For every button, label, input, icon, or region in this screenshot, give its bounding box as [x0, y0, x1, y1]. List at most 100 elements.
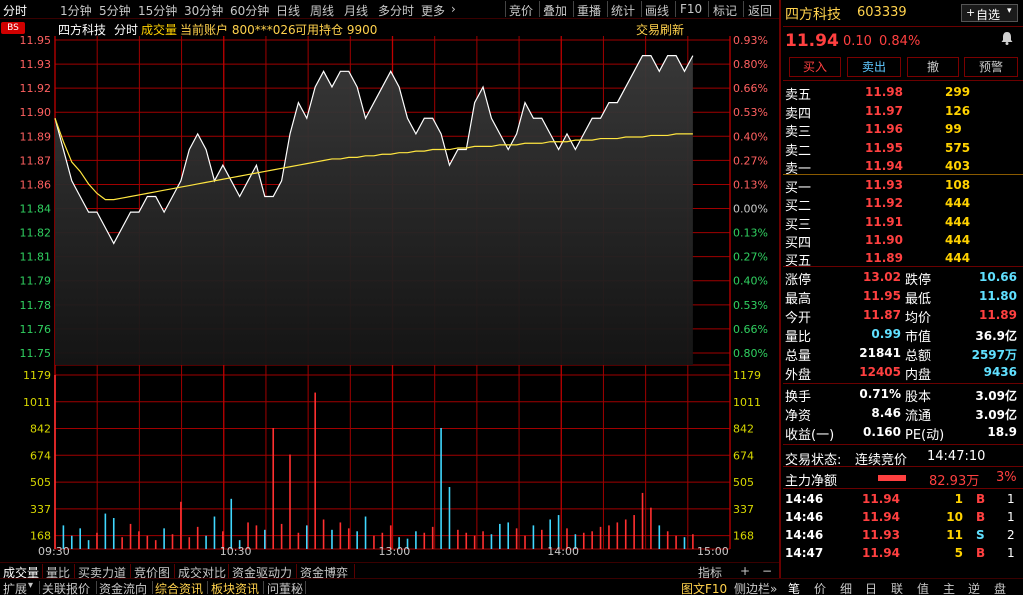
bid-price[interactable]: 11.93 [865, 178, 903, 192]
ask-price[interactable]: 11.97 [865, 104, 903, 118]
bell-icon[interactable] [999, 30, 1015, 46]
side-tab-main[interactable]: 主 [943, 580, 955, 595]
trade-refresh-button[interactable]: 交易刷新 [636, 21, 684, 38]
volume-bar [180, 501, 182, 549]
price-tick-label: 11.86 [20, 178, 52, 191]
volume-bar [666, 531, 669, 549]
holding-label: 可用持仓 9900 [295, 23, 378, 37]
stat-label: 最高 [785, 292, 812, 307]
footer-sector-news[interactable]: 板块资讯 [211, 580, 259, 595]
volume-bar [515, 528, 518, 549]
ask-volume: 99 [945, 122, 962, 136]
tick-volume: 10 [946, 510, 963, 524]
buy-button[interactable]: 买入 [789, 57, 841, 77]
stat-label: 内盘 [905, 368, 932, 383]
price-change: 0.10 [843, 34, 872, 49]
footer-f10-link[interactable]: 图文F10 [681, 580, 727, 595]
volume-bar [305, 525, 308, 549]
ask-price[interactable]: 11.98 [865, 85, 903, 99]
volume-bar [473, 535, 476, 549]
period-toolbar: 分时 1分钟 5分钟 15分钟 30分钟 60分钟 日线 周线 月线 多分时 更… [0, 0, 779, 19]
volume-bar [608, 525, 610, 549]
ask-price[interactable]: 11.96 [865, 122, 903, 136]
footer-expand[interactable]: 扩展 [3, 580, 27, 595]
volume-bar [331, 529, 333, 549]
replay-button[interactable]: 重播 [577, 2, 601, 19]
chart-indicator-label[interactable]: 成交量 [141, 21, 177, 38]
side-tab-reverse[interactable]: 逆 [968, 580, 980, 595]
time-tick-label: 10:30 [220, 545, 252, 558]
quote-stock-code: 603339 [857, 5, 907, 20]
main-net-label[interactable]: 主力净额 [785, 470, 837, 489]
side-tab-book[interactable]: 盘 [994, 580, 1006, 595]
tab-more[interactable]: 更多 [421, 2, 445, 19]
footer-related-quotes[interactable]: 关联报价 [42, 580, 90, 595]
bid-price[interactable]: 11.91 [865, 215, 903, 229]
tab-multi-timeshare[interactable]: 多分时 [378, 2, 414, 19]
volume-bar [692, 534, 694, 549]
price-change-pct: 0.84% [879, 34, 921, 49]
ask-price[interactable]: 11.95 [865, 141, 903, 155]
tab-1min[interactable]: 1分钟 [60, 2, 92, 19]
bid-price[interactable]: 11.92 [865, 196, 903, 210]
tick-side: B [976, 546, 986, 560]
footer-news[interactable]: 综合资讯 [155, 580, 203, 595]
footer-ask-secretary[interactable]: 问董秘 [267, 580, 303, 595]
volume-bar [440, 427, 442, 549]
tab-daily[interactable]: 日线 [276, 2, 300, 19]
volume-tick-label: 168 [30, 530, 51, 543]
tick-time: 14:46 [785, 510, 824, 524]
volume-bar [633, 515, 635, 549]
stat-value: 13.02 [863, 270, 901, 284]
back-button[interactable]: 返回 [748, 2, 772, 19]
tab-timeshare[interactable]: 分时 [3, 2, 27, 19]
volume-bar [54, 375, 56, 549]
tab-monthly[interactable]: 月线 [344, 2, 368, 19]
bid-label: 买二 [785, 199, 812, 215]
side-tab-trades[interactable]: 笔 [788, 580, 800, 595]
volume-bar [507, 522, 510, 549]
mark-button[interactable]: 标记 [713, 2, 737, 19]
f10-button[interactable]: F10 [680, 2, 702, 16]
expand-arrow-icon[interactable]: ▾ [28, 580, 33, 591]
side-tab-daily[interactable]: 日 [865, 580, 877, 595]
more-arrow-icon[interactable]: › [451, 2, 456, 16]
alert-button[interactable]: 预警 [964, 57, 1018, 77]
stat-value: 0.71% [859, 387, 901, 401]
side-tab-linked[interactable]: 联 [891, 580, 903, 595]
bid-price[interactable]: 11.90 [865, 233, 903, 247]
zoom-in-button[interactable]: + [740, 564, 750, 578]
tab-weekly[interactable]: 周线 [310, 2, 334, 19]
side-tab-price[interactable]: 价 [814, 580, 826, 595]
intraday-chart[interactable]: 11.9511.9311.9211.9011.8911.8711.8611.84… [0, 19, 779, 562]
volume-bar [465, 532, 468, 549]
cancel-order-button[interactable]: 撤 [907, 57, 959, 77]
sell-button[interactable]: 卖出 [847, 57, 901, 77]
overlay-button[interactable]: 叠加 [543, 2, 567, 19]
sidebar-toggle[interactable]: 侧边栏» [734, 580, 777, 595]
footer-capital-flow[interactable]: 资金流向 [99, 580, 147, 595]
volume-bar [205, 535, 207, 549]
price-tick-label: 11.75 [20, 347, 52, 360]
stat-label: 最低 [905, 292, 932, 307]
tab-5min[interactable]: 5分钟 [99, 2, 131, 19]
side-tab-value[interactable]: 值 [917, 580, 929, 595]
stats-button[interactable]: 统计 [611, 2, 635, 19]
volume-bar [448, 487, 451, 549]
auction-button[interactable]: 竞价 [509, 2, 533, 19]
tab-60min[interactable]: 60分钟 [230, 2, 269, 19]
volume-bar [154, 540, 157, 549]
side-tab-detail[interactable]: 细 [840, 580, 852, 595]
bid-price[interactable]: 11.89 [865, 251, 903, 265]
price-tick-label: 11.76 [20, 323, 52, 336]
watchlist-button[interactable]: + 自选 ▾ [961, 4, 1018, 22]
price-tick-label: 11.78 [20, 299, 52, 312]
zoom-out-button[interactable]: − [762, 564, 772, 578]
tab-15min[interactable]: 15分钟 [138, 2, 177, 19]
volume-tick-label-right: 674 [733, 449, 754, 462]
draw-line-button[interactable]: 画线 [645, 2, 669, 19]
ask-price[interactable]: 11.94 [865, 159, 903, 173]
volume-bar [280, 523, 283, 549]
tab-30min[interactable]: 30分钟 [184, 2, 223, 19]
bs-badge[interactable]: BS [1, 22, 25, 34]
